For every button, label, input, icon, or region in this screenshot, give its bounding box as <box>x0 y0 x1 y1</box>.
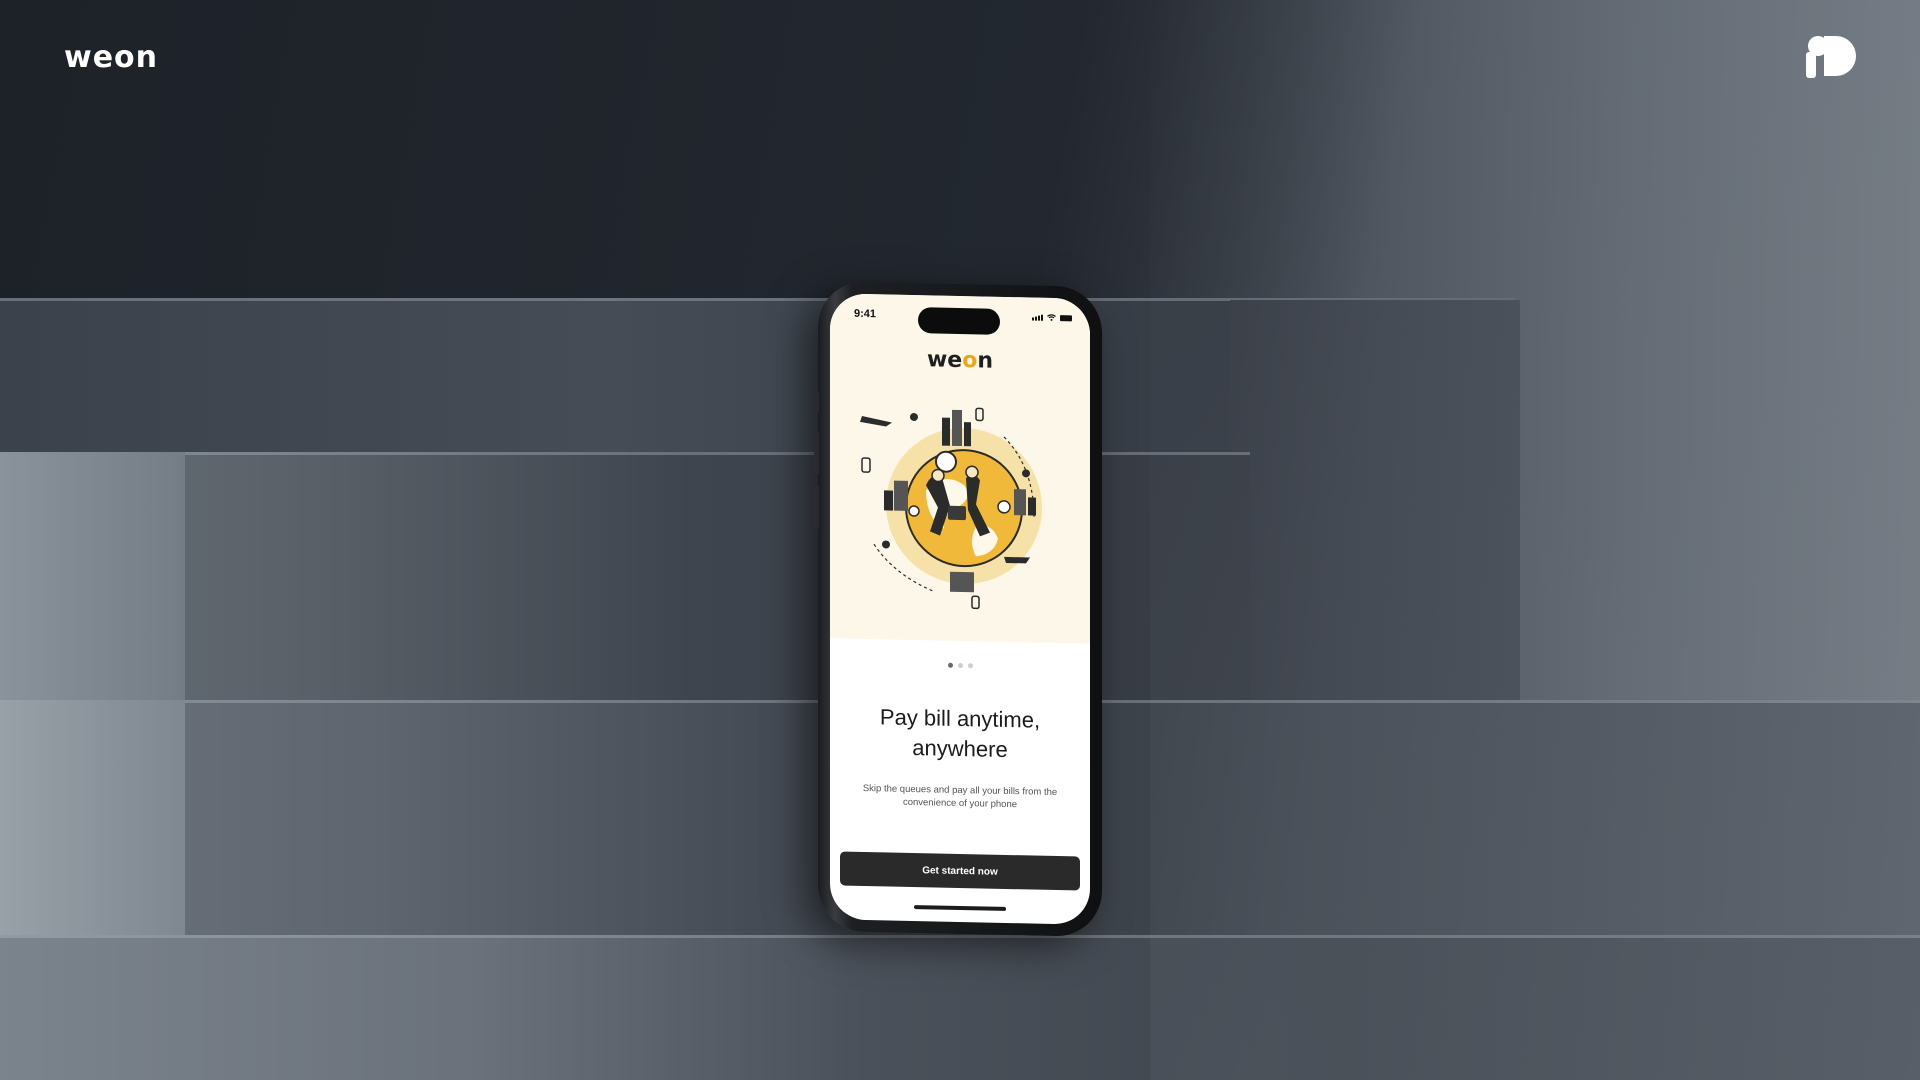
status-time: 9:41 <box>854 307 877 321</box>
global-payments-illustration <box>860 407 1042 610</box>
battery-icon <box>1060 315 1072 322</box>
concrete-block-right <box>1230 300 1520 720</box>
home-indicator[interactable] <box>914 905 1006 911</box>
studio-logo-icon <box>1806 36 1856 78</box>
scene-background: weon 9:41 weon Pay bill anytime, anywher… <box>0 0 1920 1080</box>
wall-shadow <box>0 0 1920 300</box>
concrete-step-3-face <box>0 700 185 940</box>
brand-logo: weon <box>64 40 159 75</box>
phone-mockup: 9:41 weon Pay bill anytime, anywhere Ski… <box>814 281 1102 937</box>
onboarding-headline: Pay bill anytime, anywhere <box>879 704 1041 762</box>
pagination-dot-2[interactable] <box>957 662 963 669</box>
get-started-button[interactable]: Get started now <box>840 851 1080 891</box>
pagination-dot-1[interactable] <box>947 662 953 668</box>
dynamic-island <box>918 307 1000 335</box>
concrete-step-2-face <box>0 452 185 712</box>
wifi-icon <box>1047 314 1056 321</box>
phone-screen: 9:41 weon Pay bill anytime, anywhere Ski… <box>830 293 1090 925</box>
status-icons <box>1032 314 1072 322</box>
pagination-dots[interactable] <box>830 660 1090 670</box>
onboarding-subtext: Skip the queues and pay all your bills f… <box>862 782 1058 811</box>
cellular-signal-icon <box>1032 314 1043 321</box>
concrete-step-bottom <box>0 935 1920 1080</box>
pagination-dot-3[interactable] <box>967 663 973 669</box>
